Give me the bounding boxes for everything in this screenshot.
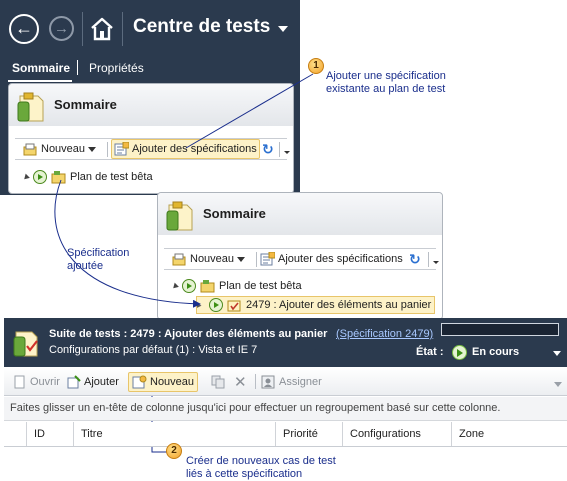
new-icon: [23, 143, 37, 156]
state-value[interactable]: En cours: [472, 346, 519, 358]
copy-icon: [211, 375, 225, 389]
group-by-hint[interactable]: Faites glisser un en-tête de colonne jus…: [4, 397, 567, 421]
add-specs-icon: [114, 142, 129, 156]
new-button[interactable]: Nouveau: [23, 139, 97, 159]
assign-button[interactable]: Assigner: [261, 372, 322, 392]
refresh-icon[interactable]: ↻: [262, 141, 274, 158]
spec-link[interactable]: (Spécification 2479): [336, 328, 433, 340]
header-divider: [122, 12, 123, 46]
back-arrow-icon[interactable]: ←: [9, 14, 39, 44]
suite-configurations[interactable]: Configurations par défaut (1) : Vista et…: [49, 344, 257, 356]
callout-number-badge: 1: [308, 58, 324, 74]
tree-item-plan[interactable]: Plan de test bêta: [171, 277, 302, 295]
toolbar-divider: [428, 252, 429, 267]
toolbar-divider: [256, 252, 257, 267]
suite-title: Suite de tests : 2479 : Ajouter des élém…: [49, 328, 328, 340]
panel-title: Sommaire: [203, 206, 266, 221]
tree-item-label: 2479 : Ajouter des éléments au panier: [246, 299, 432, 311]
add-button[interactable]: Ajouter: [66, 372, 119, 392]
tree-item-label: Plan de test bêta: [70, 171, 153, 183]
new-icon: [132, 375, 147, 389]
app-title[interactable]: Centre de tests: [133, 16, 270, 38]
header-divider: [82, 12, 83, 46]
play-icon: [182, 279, 196, 293]
new-button[interactable]: Nouveau: [172, 249, 246, 269]
add-specs-button[interactable]: Ajouter des spécifications: [111, 139, 260, 159]
add-specs-label: Ajouter des spécifications: [132, 143, 257, 155]
state-label: État :: [416, 346, 444, 358]
assign-icon: [261, 375, 275, 389]
toolbar-divider: [255, 374, 256, 389]
tree-item-plan[interactable]: Plan de test bêta: [22, 168, 153, 186]
expand-arrow-icon[interactable]: ▸: [197, 300, 205, 311]
copy-button[interactable]: [211, 372, 226, 392]
panel-header: Sommaire: [158, 193, 442, 235]
tab-proprietes[interactable]: Propriétés: [89, 61, 144, 75]
expand-arrow-icon[interactable]: [171, 282, 179, 290]
expand-arrow-icon[interactable]: [22, 173, 30, 181]
chevron-down-icon[interactable]: [278, 26, 288, 32]
column-header-select[interactable]: [4, 422, 26, 446]
chevron-down-icon[interactable]: [237, 256, 246, 262]
add-specs-icon: [260, 252, 275, 266]
tree-item-spec-2479[interactable]: ▸ 2479 : Ajouter des éléments au panier: [196, 296, 436, 314]
test-plan-icon: [166, 201, 193, 231]
test-plan-icon: [200, 280, 215, 293]
column-header-priority[interactable]: Priorité: [275, 422, 342, 446]
refresh-icon[interactable]: ↻: [409, 251, 421, 268]
callout-text: Ajouter une spécification existante au p…: [326, 70, 446, 95]
add-icon: [67, 375, 81, 389]
open-icon: [14, 375, 25, 389]
summary-panel: Sommaire Nouveau Ajouter des spécificati…: [8, 83, 294, 194]
play-icon: [33, 170, 47, 184]
new-test-case-button[interactable]: Nouveau: [128, 372, 199, 392]
panel-toolbar: Nouveau Ajouter des spécifications ↻: [15, 138, 290, 160]
tab-divider: [77, 60, 78, 75]
play-icon: [452, 345, 467, 360]
callout-text: Créer de nouveaux cas de test liés à cet…: [186, 455, 336, 480]
home-icon[interactable]: [89, 16, 115, 42]
suite-progress-bar: [441, 323, 559, 336]
column-header-area[interactable]: Zone: [451, 422, 567, 446]
column-header-id[interactable]: ID: [26, 422, 73, 446]
play-icon: [209, 298, 223, 312]
toolbar-overflow-icon[interactable]: [554, 382, 562, 387]
tab-sommaire[interactable]: Sommaire: [12, 61, 70, 75]
toolbar-divider: [107, 142, 108, 157]
toolbar-overflow-icon[interactable]: [284, 151, 290, 154]
suite-toolbar: Ouvrir Ajouter Nouveau ✕ Assigner: [4, 368, 567, 396]
new-icon: [172, 253, 186, 266]
requirement-icon: [227, 300, 241, 312]
add-specs-button[interactable]: Ajouter des spécifications: [260, 249, 403, 269]
test-plan-icon: [17, 92, 44, 122]
open-button[interactable]: Ouvrir: [12, 372, 60, 392]
test-suite-header: Suite de tests : 2479 : Ajouter des élém…: [4, 318, 567, 367]
active-tab-indicator: [8, 80, 72, 82]
callout-number-badge: 2: [166, 443, 182, 459]
forward-arrow-icon[interactable]: →: [49, 16, 74, 41]
chevron-down-icon[interactable]: [88, 146, 97, 152]
toolbar-divider: [279, 142, 280, 157]
panel-title: Sommaire: [54, 97, 117, 112]
test-plan-icon: [51, 171, 66, 184]
toolbar-overflow-icon[interactable]: [433, 261, 439, 264]
test-case-grid-header: ID Titre Priorité Configurations Zone: [4, 422, 567, 447]
tree-item-label: Plan de test bêta: [219, 280, 302, 292]
summary-panel: Sommaire Nouveau Ajouter des spécificati…: [157, 192, 443, 320]
callout-text: Spécification ajoutée: [67, 247, 130, 272]
requirement-icon: [13, 331, 38, 357]
delete-icon: ✕: [234, 374, 247, 391]
column-header-configurations[interactable]: Configurations: [342, 422, 451, 446]
add-specs-label: Ajouter des spécifications: [278, 253, 403, 265]
delete-button[interactable]: ✕: [234, 372, 247, 392]
panel-header: Sommaire: [9, 84, 293, 126]
panel-toolbar: Nouveau Ajouter des spécifications ↻: [164, 248, 439, 270]
chevron-down-icon[interactable]: [553, 351, 561, 356]
new-button-label: Nouveau: [190, 253, 235, 265]
new-button-label: Nouveau: [41, 143, 86, 155]
